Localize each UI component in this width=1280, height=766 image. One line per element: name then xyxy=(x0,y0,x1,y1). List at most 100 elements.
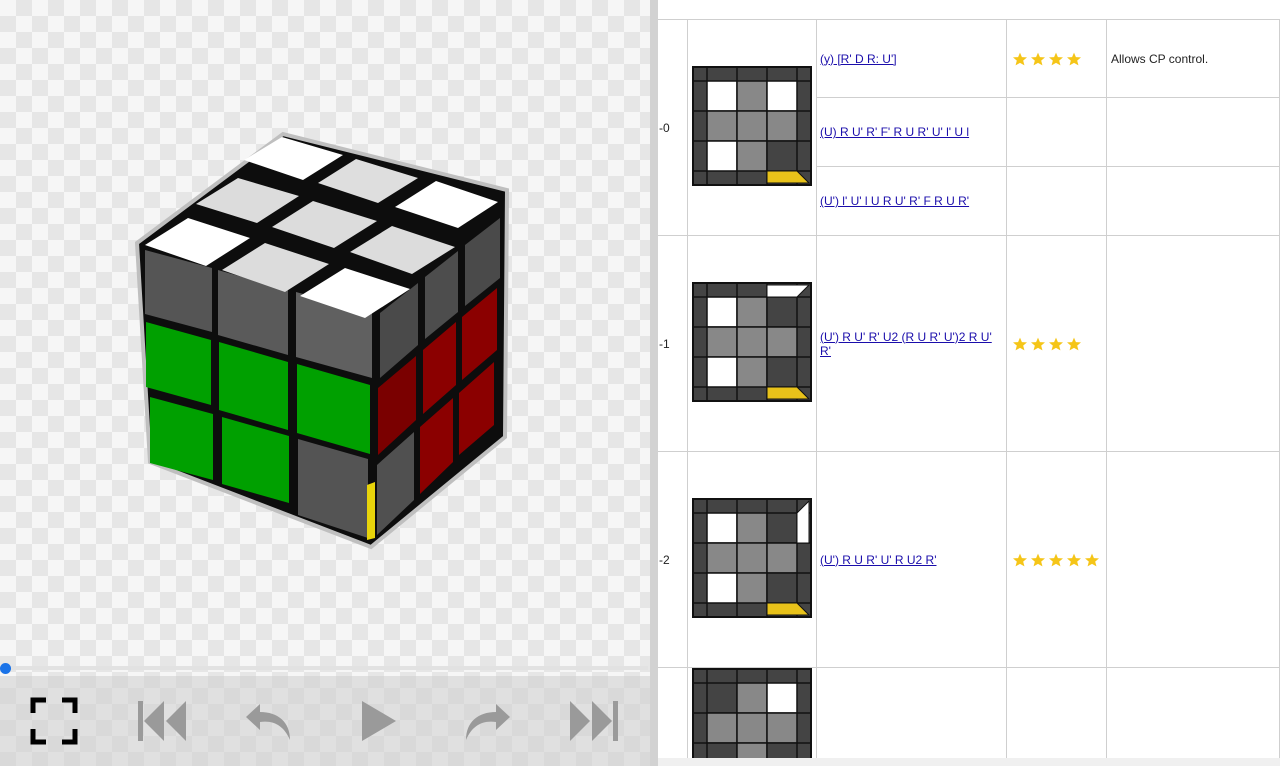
diagram-sticker xyxy=(706,356,738,388)
star-icon xyxy=(1067,553,1081,567)
algorithm-link[interactable]: (U') l' U' l U R U' R' F R U R' xyxy=(820,194,969,208)
diagram-sticker xyxy=(706,572,738,604)
playback-controls xyxy=(0,676,650,766)
note-cell xyxy=(1106,166,1280,236)
cube-3d-render[interactable] xyxy=(0,0,650,660)
rating-cell xyxy=(1006,166,1107,236)
diagram-sticker xyxy=(736,140,768,172)
algorithm-cell: (y) [R' D R: U'] xyxy=(816,19,1007,98)
star-icon xyxy=(1031,553,1045,567)
algorithm-cell: (U') R U R' U' R U2 R' xyxy=(816,451,1007,668)
diagram-sticker xyxy=(706,512,738,544)
diagram-sticker xyxy=(766,572,798,604)
fullscreen-icon xyxy=(30,697,78,745)
diagram-sticker xyxy=(706,682,738,714)
algorithm-cell: (U') R U' R' U2 (R U R' U')2 R U' R' xyxy=(816,235,1007,452)
diagram-sticker xyxy=(706,296,738,328)
note-cell xyxy=(1106,97,1280,167)
skip-to-start-icon xyxy=(138,701,186,741)
progress-track[interactable] xyxy=(6,666,648,670)
table-row xyxy=(658,667,1280,766)
case-diagram xyxy=(692,498,812,618)
rating-cell xyxy=(1006,19,1107,98)
play-icon xyxy=(362,701,396,741)
diagram-sticker xyxy=(736,572,768,604)
skip-to-end-button[interactable] xyxy=(540,676,648,766)
diagram-sticker xyxy=(766,712,798,744)
algorithm-link[interactable]: (U') R U' R' U2 (R U R' U')2 R U' R' xyxy=(820,330,992,358)
diagram-sticker xyxy=(736,110,768,142)
diagram-sticker xyxy=(736,712,768,744)
algorithm-link[interactable]: (U) R U' R' F' R U R' U' l' U l xyxy=(820,125,969,139)
rating-cell xyxy=(1006,451,1107,668)
diagram-sticker xyxy=(736,542,768,574)
algorithm-table: -0 (y) [R' D R: U'] Allows CP control. (U) … xyxy=(658,19,1280,766)
case-image-cell xyxy=(687,19,817,236)
algorithm-link[interactable]: (y) [R' D R: U'] xyxy=(820,52,897,66)
diagram-sticker xyxy=(766,110,798,142)
rating-cell xyxy=(1006,235,1107,452)
case-image-cell xyxy=(687,667,817,766)
star-icon xyxy=(1031,52,1045,66)
note-cell: Allows CP control. xyxy=(1106,19,1280,98)
diagram-sticker xyxy=(706,326,738,358)
case-diagram xyxy=(692,668,812,766)
progress-thumb[interactable] xyxy=(0,663,11,674)
diagram-sticker xyxy=(766,356,798,388)
fullscreen-button[interactable] xyxy=(0,676,108,766)
note-cell xyxy=(1106,667,1280,766)
diagram-sticker xyxy=(736,682,768,714)
diagram-sticker xyxy=(766,140,798,172)
note-cell xyxy=(1106,235,1280,452)
algorithm-cell xyxy=(816,667,1007,766)
horizontal-scrollbar[interactable] xyxy=(658,758,1280,766)
skip-to-end-icon xyxy=(570,701,618,741)
step-forward-button[interactable] xyxy=(432,676,540,766)
case-diagram xyxy=(692,66,812,186)
diagram-sticker xyxy=(706,712,738,744)
star-icon xyxy=(1067,337,1081,351)
star-icon xyxy=(1049,553,1063,567)
diagram-sticker xyxy=(766,512,798,544)
step-back-icon xyxy=(246,704,290,740)
algorithm-table-pane: -0 (y) [R' D R: U'] Allows CP control. (U) … xyxy=(658,0,1280,766)
diagram-sticker xyxy=(766,80,798,112)
diagram-sticker xyxy=(766,296,798,328)
star-icon xyxy=(1013,337,1027,351)
star-icon xyxy=(1049,337,1063,351)
rating-cell xyxy=(1006,667,1107,766)
diagram-sticker xyxy=(766,542,798,574)
case-diagram xyxy=(692,282,812,402)
case-name: -0 xyxy=(658,19,688,236)
step-forward-icon xyxy=(466,704,510,740)
diagram-sticker xyxy=(736,296,768,328)
case-image-cell xyxy=(687,235,817,452)
step-back-button[interactable] xyxy=(216,676,324,766)
diagram-sticker xyxy=(706,110,738,142)
diagram-sticker xyxy=(736,326,768,358)
skip-to-start-button[interactable] xyxy=(108,676,216,766)
case-name: -1 xyxy=(658,235,688,452)
diagram-sticker xyxy=(706,140,738,172)
cube-viewer[interactable] xyxy=(0,0,650,766)
algorithm-cell: (U) R U' R' F' R U R' U' l' U l xyxy=(816,97,1007,167)
star-icon xyxy=(1013,553,1027,567)
algorithm-link[interactable]: (U') R U R' U' R U2 R' xyxy=(820,553,937,567)
diagram-sticker xyxy=(736,512,768,544)
algorithm-cell: (U') l' U' l U R U' R' F R U R' xyxy=(816,166,1007,236)
table-row: -0 (y) [R' D R: U'] Allows CP control. xyxy=(658,19,1280,236)
diagram-sticker xyxy=(706,542,738,574)
star-icon xyxy=(1085,553,1099,567)
play-button[interactable] xyxy=(324,676,432,766)
star-icon xyxy=(1031,337,1045,351)
star-icon xyxy=(1049,52,1063,66)
pane-divider[interactable] xyxy=(650,0,658,766)
star-icon xyxy=(1013,52,1027,66)
diagram-sticker xyxy=(706,80,738,112)
table-row: -1 (U') R U' R' U2 (R U R' U')2 R U' R' xyxy=(658,235,1280,452)
star-icon xyxy=(1067,52,1081,66)
table-row: -2 (U') R U R' U' R U2 R' xyxy=(658,451,1280,668)
diagram-sticker xyxy=(736,356,768,388)
case-name xyxy=(658,667,688,766)
case-image-cell xyxy=(687,451,817,668)
